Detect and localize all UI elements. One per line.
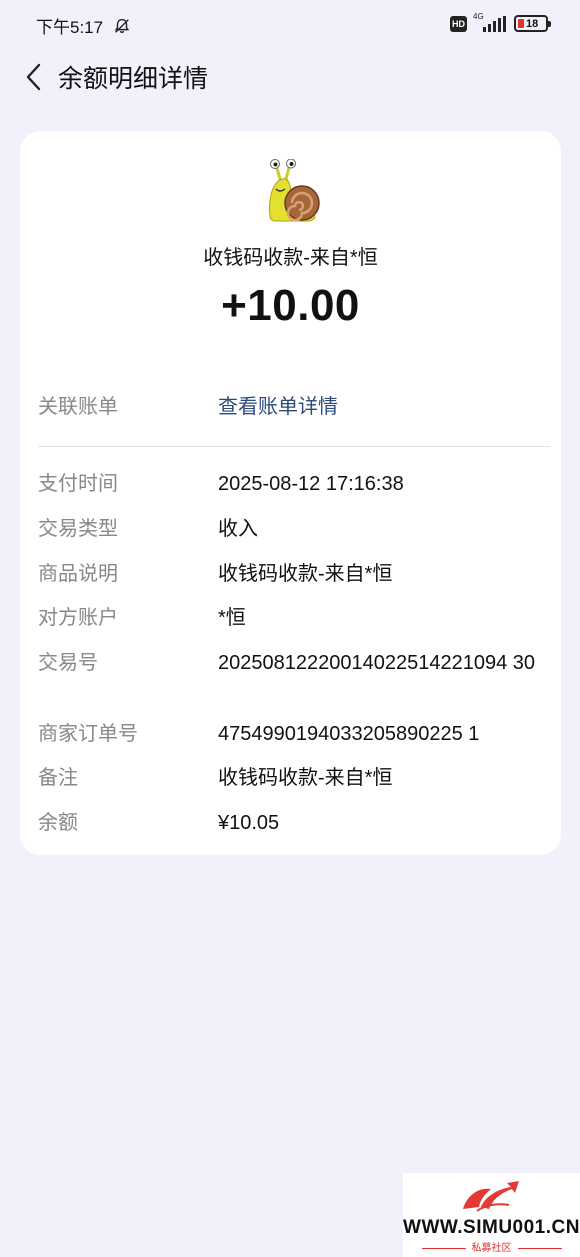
detail-row-description: 商品说明 收钱码收款-来自*恒 bbox=[38, 561, 548, 587]
detail-value: 收入 bbox=[218, 518, 258, 540]
status-bar: 下午5:17 HD 4G 18 bbox=[0, 0, 580, 50]
page-title: 余额明细详情 bbox=[58, 65, 209, 93]
transaction-amount: +10.00 bbox=[221, 281, 360, 330]
detail-label: 交易类型 bbox=[38, 518, 118, 540]
page-header: 余额明细详情 bbox=[0, 50, 580, 104]
detail-label: 支付时间 bbox=[38, 473, 118, 495]
detail-row-type: 交易类型 收入 bbox=[38, 516, 548, 542]
view-bill-link[interactable]: 查看账单详情 bbox=[218, 394, 548, 420]
battery-icon: 18 bbox=[514, 15, 551, 32]
status-time: 下午5:17 bbox=[36, 18, 104, 37]
detail-row-pay-time: 支付时间 2025-08-12 17:16:38 bbox=[38, 471, 548, 497]
watermark: WWW.SIMU001.CN 私募社区 bbox=[403, 1173, 580, 1257]
detail-label: 余额 bbox=[38, 812, 78, 834]
detail-row-counterparty: 对方账户 *恒 bbox=[38, 605, 548, 631]
watermark-caption: 私募社区 bbox=[403, 1239, 580, 1254]
detail-value: 收钱码收款-来自*恒 bbox=[218, 563, 393, 585]
detail-row-transaction-id: 交易号 20250812220014022514221094 30 bbox=[38, 650, 548, 676]
battery-level: 18 bbox=[526, 17, 539, 30]
chevron-left-icon bbox=[26, 63, 41, 91]
detail-value: 收钱码收款-来自*恒 bbox=[218, 767, 393, 789]
network-type: 4G bbox=[473, 11, 484, 21]
detail-label: 商品说明 bbox=[38, 563, 118, 585]
detail-value: 20250812220014022514221094 30 bbox=[218, 652, 536, 674]
detail-label: 备注 bbox=[38, 767, 78, 789]
detail-label: 交易号 bbox=[38, 652, 98, 674]
detail-value: 4754990194033205890225 1 bbox=[218, 723, 480, 745]
detail-value: ¥10.05 bbox=[218, 812, 280, 834]
detail-row-balance: 余额 ¥10.05 bbox=[38, 810, 548, 836]
transaction-detail-card: 收钱码收款-来自*恒 +10.00 关联账单 查看账单详情 支付时间 2025-… bbox=[20, 131, 561, 855]
detail-value: *恒 bbox=[218, 607, 246, 629]
back-button[interactable] bbox=[12, 55, 56, 99]
watermark-logo-icon bbox=[463, 1181, 519, 1212]
related-bill-label: 关联账单 bbox=[38, 396, 118, 418]
detail-value: 2025-08-12 17:16:38 bbox=[218, 473, 404, 495]
notification-off-icon bbox=[114, 18, 130, 33]
detail-label: 对方账户 bbox=[38, 607, 118, 629]
watermark-site: WWW.SIMU001.CN bbox=[403, 1217, 580, 1238]
transaction-source: 收钱码收款-来自*恒 bbox=[203, 247, 378, 269]
related-bill-row: 关联账单 查看账单详情 bbox=[38, 394, 548, 420]
signal-icon: 4G bbox=[473, 12, 506, 32]
detail-row-remark: 备注 收钱码收款-来自*恒 bbox=[38, 765, 548, 791]
detail-label: 商家订单号 bbox=[38, 723, 138, 745]
divider bbox=[38, 446, 550, 447]
hd-badge: HD bbox=[450, 15, 467, 32]
snail-icon bbox=[269, 159, 320, 222]
detail-row-merchant-order: 商家订单号 4754990194033205890225 1 bbox=[38, 721, 548, 747]
